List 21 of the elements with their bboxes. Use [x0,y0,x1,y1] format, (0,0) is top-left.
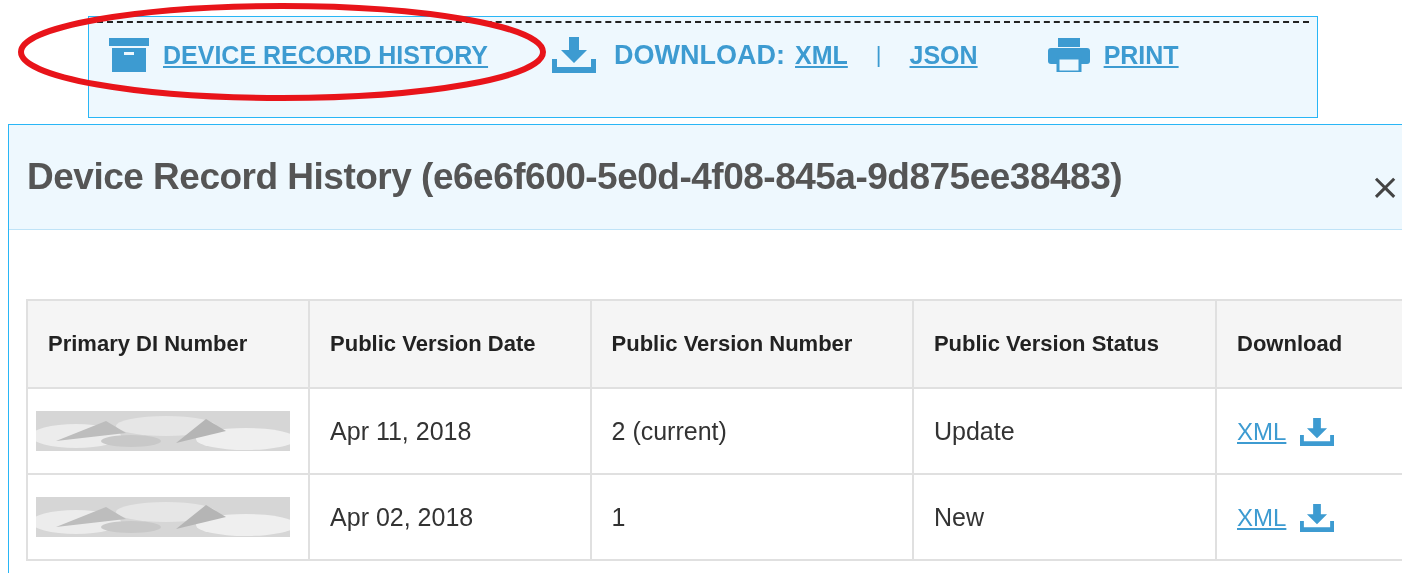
json-download-link[interactable]: JSON [909,40,978,70]
table-cell: New [912,474,1216,560]
column-header: Primary DI Number [27,300,310,388]
print-link[interactable]: PRINT [1103,40,1179,70]
modal-title: Device Record History (e6e6f600-5e0d-4f08-845a-9d875ee38483) [27,156,1123,198]
xml-link[interactable]: XML [1237,418,1287,446]
column-header: Public Version Number [590,300,913,388]
table-cell: Update [912,388,1216,474]
table-cell: Apr 02, 2018 [309,474,591,560]
table-cell: Apr 11, 2018 [309,388,591,474]
separator: | [875,42,882,68]
column-header: Public Version Status [912,300,1216,388]
xml-download-link[interactable]: XML [795,40,848,70]
column-header: Public Version Date [309,300,591,388]
table-cell: 1 [590,474,913,560]
close-button[interactable]: × [1364,166,1402,207]
xml-link[interactable]: XML [1237,504,1287,532]
column-header: Download [1216,300,1402,388]
table-cell: 2 (current) [590,388,913,474]
device-record-history-link[interactable]: DEVICE RECORD HISTORY [163,40,489,70]
download-label: DOWNLOAD: [614,39,786,71]
